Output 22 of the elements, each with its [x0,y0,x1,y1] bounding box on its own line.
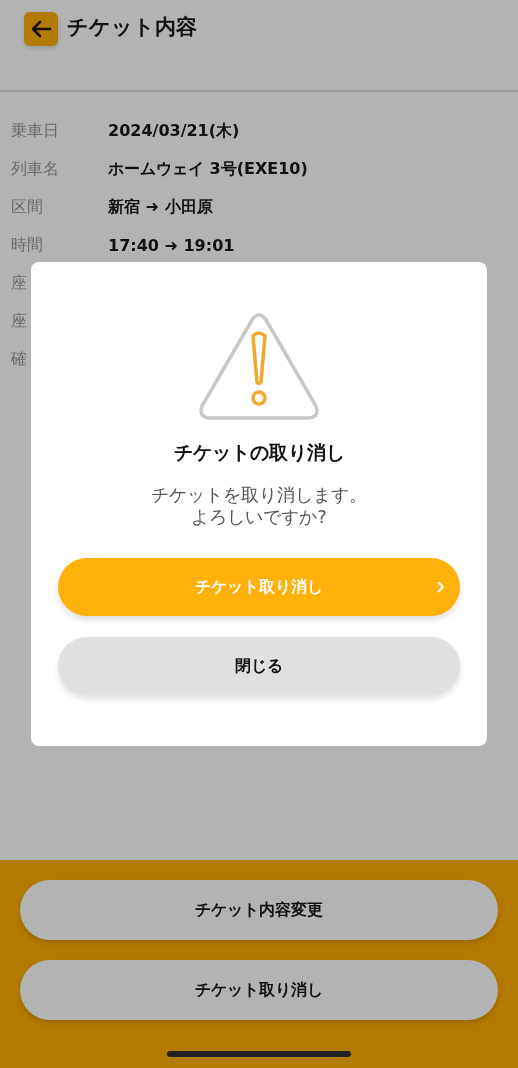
detail-label: 列車名 [11,158,60,180]
detail-label: 座 [11,310,28,332]
detail-label: 乗車日 [11,120,60,142]
detail-value: 17:40 ➜ 19:01 [108,235,235,255]
chevron-icon [436,581,444,593]
footer-button[interactable]: チケット内容変更 [20,880,498,940]
back-button[interactable] [24,12,58,46]
detail-label: 時間 [11,234,44,256]
page-title: チケット内容 [67,14,197,41]
dialog-message: チケットを取り消します。 [151,484,367,506]
detail-label: 確 [11,348,28,370]
dialog-title: チケットの取り消し [173,440,345,465]
detail-label: 区間 [11,196,44,218]
warning-icon [197,312,321,422]
detail-value: 新宿 ➜ 小田原 [108,196,213,218]
footer-button[interactable]: チケット取り消し [20,960,498,1020]
detail-label: 座 [11,272,28,294]
close-button[interactable]: 閉じる [58,637,460,695]
back-arrow-icon [30,20,52,38]
dialog-message: よろしいですか? [191,506,327,528]
detail-value: 2024/03/21(木) [108,120,240,142]
detail-value: ホームウェイ 3号(EXE10) [108,158,308,180]
